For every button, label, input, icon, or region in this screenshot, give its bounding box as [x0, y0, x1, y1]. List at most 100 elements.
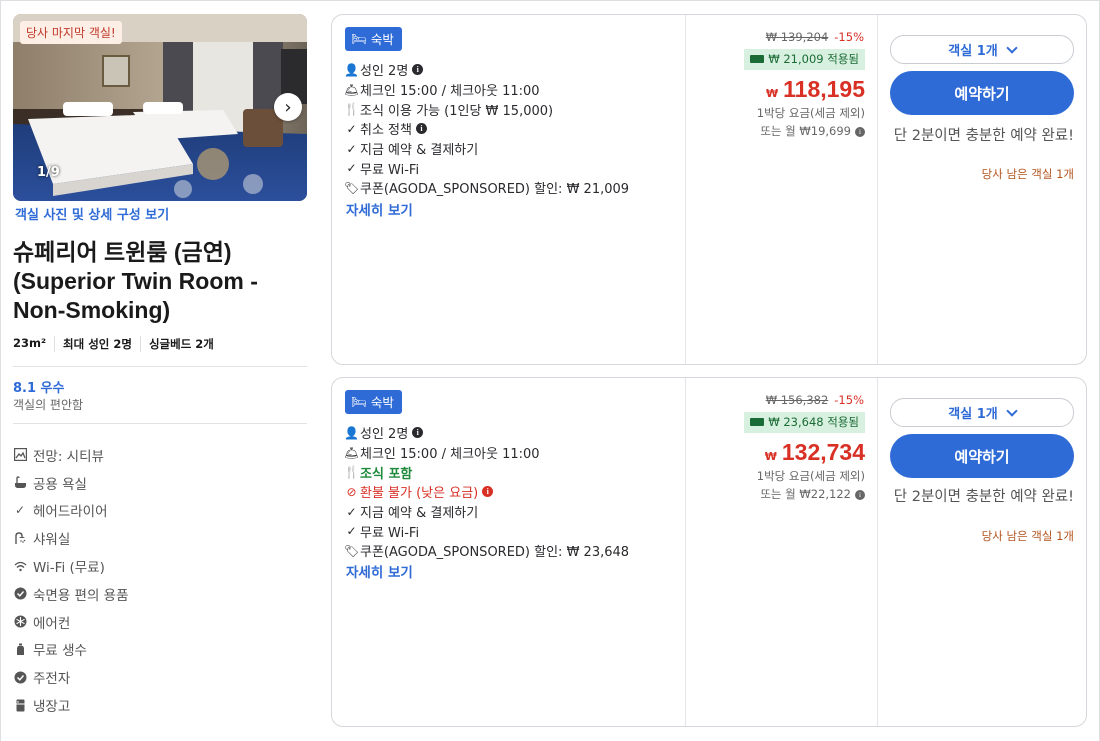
feature-guests: 👤 성인 2명 i: [344, 60, 629, 80]
feature-pay-now: ✓ 지금 예약 & 결제하기: [346, 504, 479, 522]
view-icon: [13, 448, 27, 462]
offer-card: 🛏 숙박 👤 성인 2명 i 🛎 체크인 15:00 / 체크아웃 11:00 🍴 조식 …: [331, 14, 1087, 365]
amenity-item: 주전자: [13, 663, 129, 691]
no-refund-icon: ⊘: [346, 484, 357, 499]
fridge-icon: [13, 698, 27, 712]
feature-guests: 👤 성인 2명 i: [344, 423, 629, 443]
room-photo[interactable]: 당사 마지막 객실! › 1/9: [13, 14, 307, 201]
photo-counter: 1/9: [37, 165, 60, 180]
feature-coupon: 🏷 쿠폰(AGODA_SPONSORED) 할인: ₩ 21,009: [343, 180, 630, 198]
feature-wifi: ✓ 무료 Wi-Fi: [346, 524, 420, 541]
comfort-score: 8.1 우수: [13, 381, 65, 396]
ticket-icon: [750, 418, 765, 426]
person-icon: 👤: [344, 425, 359, 440]
price-note: 1박당 요금(세금 제외): [756, 469, 865, 483]
cutlery-icon: 🍴: [344, 465, 359, 480]
feature-cancel-policy: ✓ 취소 정책 i: [345, 119, 629, 139]
wifi-icon: [13, 559, 27, 573]
check-icon: ✓: [346, 141, 357, 156]
column-divider: [877, 378, 878, 726]
book-button[interactable]: 예약하기: [890, 434, 1074, 478]
next-photo-button[interactable]: ›: [274, 93, 302, 121]
room-quantity-select[interactable]: 객실 1개: [890, 398, 1074, 427]
room-size: 23m²: [13, 336, 47, 350]
check-icon: ✓: [346, 524, 357, 539]
offer-features: 👤 성인 2명 i 🛎 체크인 15:00 / 체크아웃 11:00 🍴 조식 이용 가…: [343, 60, 630, 198]
feature-checkin: 🛎 체크인 15:00 / 체크아웃 11:00: [343, 445, 540, 463]
cutlery-icon: 🍴: [344, 102, 359, 117]
chevron-down-icon: [1006, 404, 1018, 417]
offer-features: 👤 성인 2명 i 🛎 체크인 15:00 / 체크아웃 11:00 🍴 조식 포함 ⊘…: [343, 423, 630, 561]
chevron-right-icon: ›: [284, 96, 292, 118]
original-price: ₩ 156,382: [765, 393, 829, 407]
stay-badge: 🛏 숙박: [345, 390, 402, 414]
reception-icon: 🛎: [343, 445, 360, 460]
final-price: ₩132,734: [764, 439, 865, 465]
coupon-applied-badge: ₩ 21,009 적용됨: [744, 49, 865, 70]
urgency-message: 단 2분이면 충분한 예약 완료!: [893, 128, 1074, 144]
rooms-left: 당사 남은 객실 1개: [981, 529, 1074, 543]
monthly-price: 또는 월 ₩22,122 i: [760, 486, 865, 502]
stay-badge: 🛏 숙박: [345, 27, 402, 51]
original-price-line: ₩ 156,382 -15%: [766, 393, 864, 407]
check-icon: ✓: [14, 503, 26, 518]
column-divider: [685, 15, 686, 364]
room-title: 슈페리어 트윈룸 (금연) (Superior Twin Room - Non-…: [13, 239, 258, 323]
shower-icon: [13, 531, 27, 545]
book-button[interactable]: 예약하기: [890, 71, 1074, 115]
comfort-score-label: 객실의 편안함: [13, 398, 84, 412]
amenity-item: Wi-Fi (무료): [13, 552, 129, 580]
offer-card: 🛏 숙박 👤 성인 2명 i 🛎 체크인 15:00 / 체크아웃 11:00 🍴 조식 …: [331, 377, 1087, 727]
info-icon[interactable]: i: [415, 123, 427, 135]
feature-breakfast: 🍴 조식 포함: [344, 465, 413, 482]
amenity-item: 전망: 시티뷰: [13, 441, 129, 469]
room-quantity-select[interactable]: 객실 1개: [890, 35, 1074, 64]
check-icon: ✓: [346, 504, 357, 519]
column-divider: [877, 15, 878, 364]
divider: [13, 366, 307, 367]
divider: [13, 423, 307, 424]
ticket-icon: [750, 55, 765, 63]
kettle-icon: [13, 670, 27, 684]
amenity-item: ✓ 헤어드라이어: [14, 503, 108, 521]
bed-icon: 🛏: [351, 30, 367, 46]
final-price: ₩118,195: [765, 76, 865, 102]
max-occupancy: 최대 성인 2명: [54, 336, 140, 352]
aircon-icon: [13, 615, 27, 629]
photo-details-link[interactable]: 객실 사진 및 상세 구성 보기: [15, 204, 169, 223]
bed-icon: 🛏: [351, 393, 367, 409]
rooms-left: 당사 남은 객실 1개: [981, 167, 1074, 181]
room-specs: 23m² 최대 성인 2명 싱글베드 2개: [13, 336, 222, 352]
more-details-link[interactable]: 자세히 보기: [346, 199, 413, 219]
amenity-list: 전망: 시티뷰 공용 욕실 ✓ 헤어드라이어 샤워실 Wi-Fi (무료) 숙면용…: [13, 441, 129, 719]
discount-percent: -15%: [834, 30, 864, 44]
feature-pay-now: ✓ 지금 예약 & 결제하기: [346, 141, 479, 159]
water-icon: [13, 642, 27, 656]
amenity-item: 숙면용 편의 용품: [13, 580, 129, 608]
feature-refund-policy: ⊘ 환불 불가 (낮은 요금) i: [345, 482, 629, 502]
feature-breakfast: 🍴 조식 이용 가능 (1인당 ₩ 15,000): [344, 102, 554, 119]
bathtub-icon: [13, 476, 27, 490]
info-icon[interactable]: i: [855, 126, 865, 137]
discount-percent: -15%: [834, 393, 864, 407]
coupon-applied-badge: ₩ 23,648 적용됨: [744, 412, 865, 433]
amenity-item: 샤워실: [13, 524, 129, 552]
original-price-line: ₩ 139,204 -15%: [766, 30, 864, 44]
original-price: ₩ 139,204: [765, 30, 829, 44]
feature-coupon: 🏷 쿠폰(AGODA_SPONSORED) 할인: ₩ 23,648: [343, 543, 630, 561]
monthly-price: 또는 월 ₩19,699 i: [760, 123, 865, 139]
column-divider: [685, 378, 686, 726]
amenity-item: 냉장고: [13, 691, 129, 719]
check-icon: ✓: [346, 121, 357, 136]
feature-checkin: 🛎 체크인 15:00 / 체크아웃 11:00: [343, 82, 540, 100]
bed-type: 싱글베드 2개: [139, 336, 222, 352]
amenity-item: 무료 생수: [13, 636, 129, 664]
more-details-link[interactable]: 자세히 보기: [346, 561, 413, 581]
tag-icon: 🏷: [343, 180, 360, 195]
info-icon[interactable]: i: [412, 427, 424, 439]
reception-icon: 🛎: [343, 82, 360, 97]
toiletries-icon: [13, 587, 27, 601]
info-icon[interactable]: i: [412, 64, 424, 76]
info-icon[interactable]: i: [482, 486, 494, 498]
info-icon[interactable]: i: [855, 489, 865, 500]
